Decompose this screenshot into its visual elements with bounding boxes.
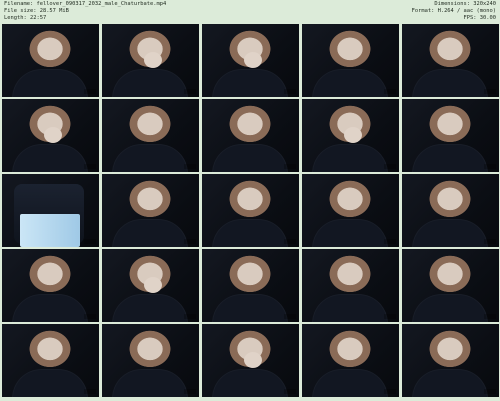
- timestamp-stamp: [184, 164, 196, 169]
- length-text: Length: 22:57: [4, 15, 47, 21]
- timestamp-stamp: [284, 239, 296, 244]
- timestamp-stamp: [384, 314, 396, 319]
- header-left: Filename: fellover_090317_2032_male_Chat…: [4, 1, 166, 22]
- timestamp-stamp: [184, 389, 196, 394]
- video-frame-thumbnail: [2, 324, 99, 397]
- video-frame-thumbnail: [2, 174, 99, 247]
- video-frame-thumbnail: [102, 174, 199, 247]
- timestamp-stamp: [184, 239, 196, 244]
- hand-shape: [244, 352, 262, 368]
- filesize-text: File size: 28.57 MiB: [4, 8, 69, 14]
- header-right: Dimensions: 320x240 Format: H.264 / aac …: [412, 1, 496, 22]
- video-frame-thumbnail: [102, 324, 199, 397]
- hand-shape: [144, 277, 162, 293]
- timestamp-stamp: [284, 164, 296, 169]
- video-frame-thumbnail: [302, 174, 399, 247]
- timestamp-stamp: [384, 389, 396, 394]
- timestamp-stamp: [84, 164, 96, 169]
- hand-shape: [144, 52, 162, 68]
- timestamp-stamp: [284, 314, 296, 319]
- timestamp-stamp: [484, 89, 496, 94]
- timestamp-stamp: [384, 89, 396, 94]
- video-frame-thumbnail: [202, 249, 299, 322]
- video-frame-thumbnail: [302, 99, 399, 172]
- thumbnail-grid: [2, 24, 499, 397]
- video-frame-thumbnail: [402, 324, 499, 397]
- timestamp-stamp: [84, 389, 96, 394]
- dimensions-text: Dimensions: 320x240: [434, 1, 496, 7]
- video-frame-thumbnail: [102, 24, 199, 97]
- timestamp-stamp: [184, 314, 196, 319]
- timestamp-stamp: [284, 89, 296, 94]
- contact-sheet: Filename: fellover_090317_2032_male_Chat…: [0, 0, 500, 401]
- fps-text: FPS: 30.00: [463, 15, 496, 21]
- timestamp-stamp: [284, 389, 296, 394]
- timestamp-stamp: [84, 314, 96, 319]
- video-frame-thumbnail: [102, 249, 199, 322]
- video-frame-thumbnail: [402, 24, 499, 97]
- hand-shape: [44, 127, 62, 143]
- video-frame-thumbnail: [302, 249, 399, 322]
- timestamp-stamp: [484, 239, 496, 244]
- filename-text: Filename: fellover_090317_2032_male_Chat…: [4, 1, 167, 7]
- video-frame-thumbnail: [202, 324, 299, 397]
- video-frame-thumbnail: [402, 249, 499, 322]
- video-frame-thumbnail: [2, 249, 99, 322]
- hand-shape: [344, 127, 362, 143]
- hand-shape: [244, 52, 262, 68]
- video-info-header: Filename: fellover_090317_2032_male_Chat…: [0, 0, 500, 22]
- video-frame-thumbnail: [302, 24, 399, 97]
- timestamp-stamp: [484, 389, 496, 394]
- format-text: Format: H.264 / aac (mono): [411, 8, 496, 14]
- timestamp-stamp: [384, 239, 396, 244]
- timestamp-stamp: [384, 164, 396, 169]
- video-frame-thumbnail: [302, 324, 399, 397]
- video-frame-thumbnail: [202, 99, 299, 172]
- timestamp-stamp: [184, 89, 196, 94]
- video-frame-thumbnail: [202, 174, 299, 247]
- video-frame-thumbnail: [102, 99, 199, 172]
- video-frame-thumbnail: [402, 99, 499, 172]
- timestamp-stamp: [484, 314, 496, 319]
- video-frame-thumbnail: [202, 24, 299, 97]
- timestamp-stamp: [484, 164, 496, 169]
- video-frame-thumbnail: [2, 99, 99, 172]
- video-frame-thumbnail: [402, 174, 499, 247]
- timestamp-stamp: [84, 239, 96, 244]
- video-frame-thumbnail: [2, 24, 99, 97]
- timestamp-stamp: [84, 89, 96, 94]
